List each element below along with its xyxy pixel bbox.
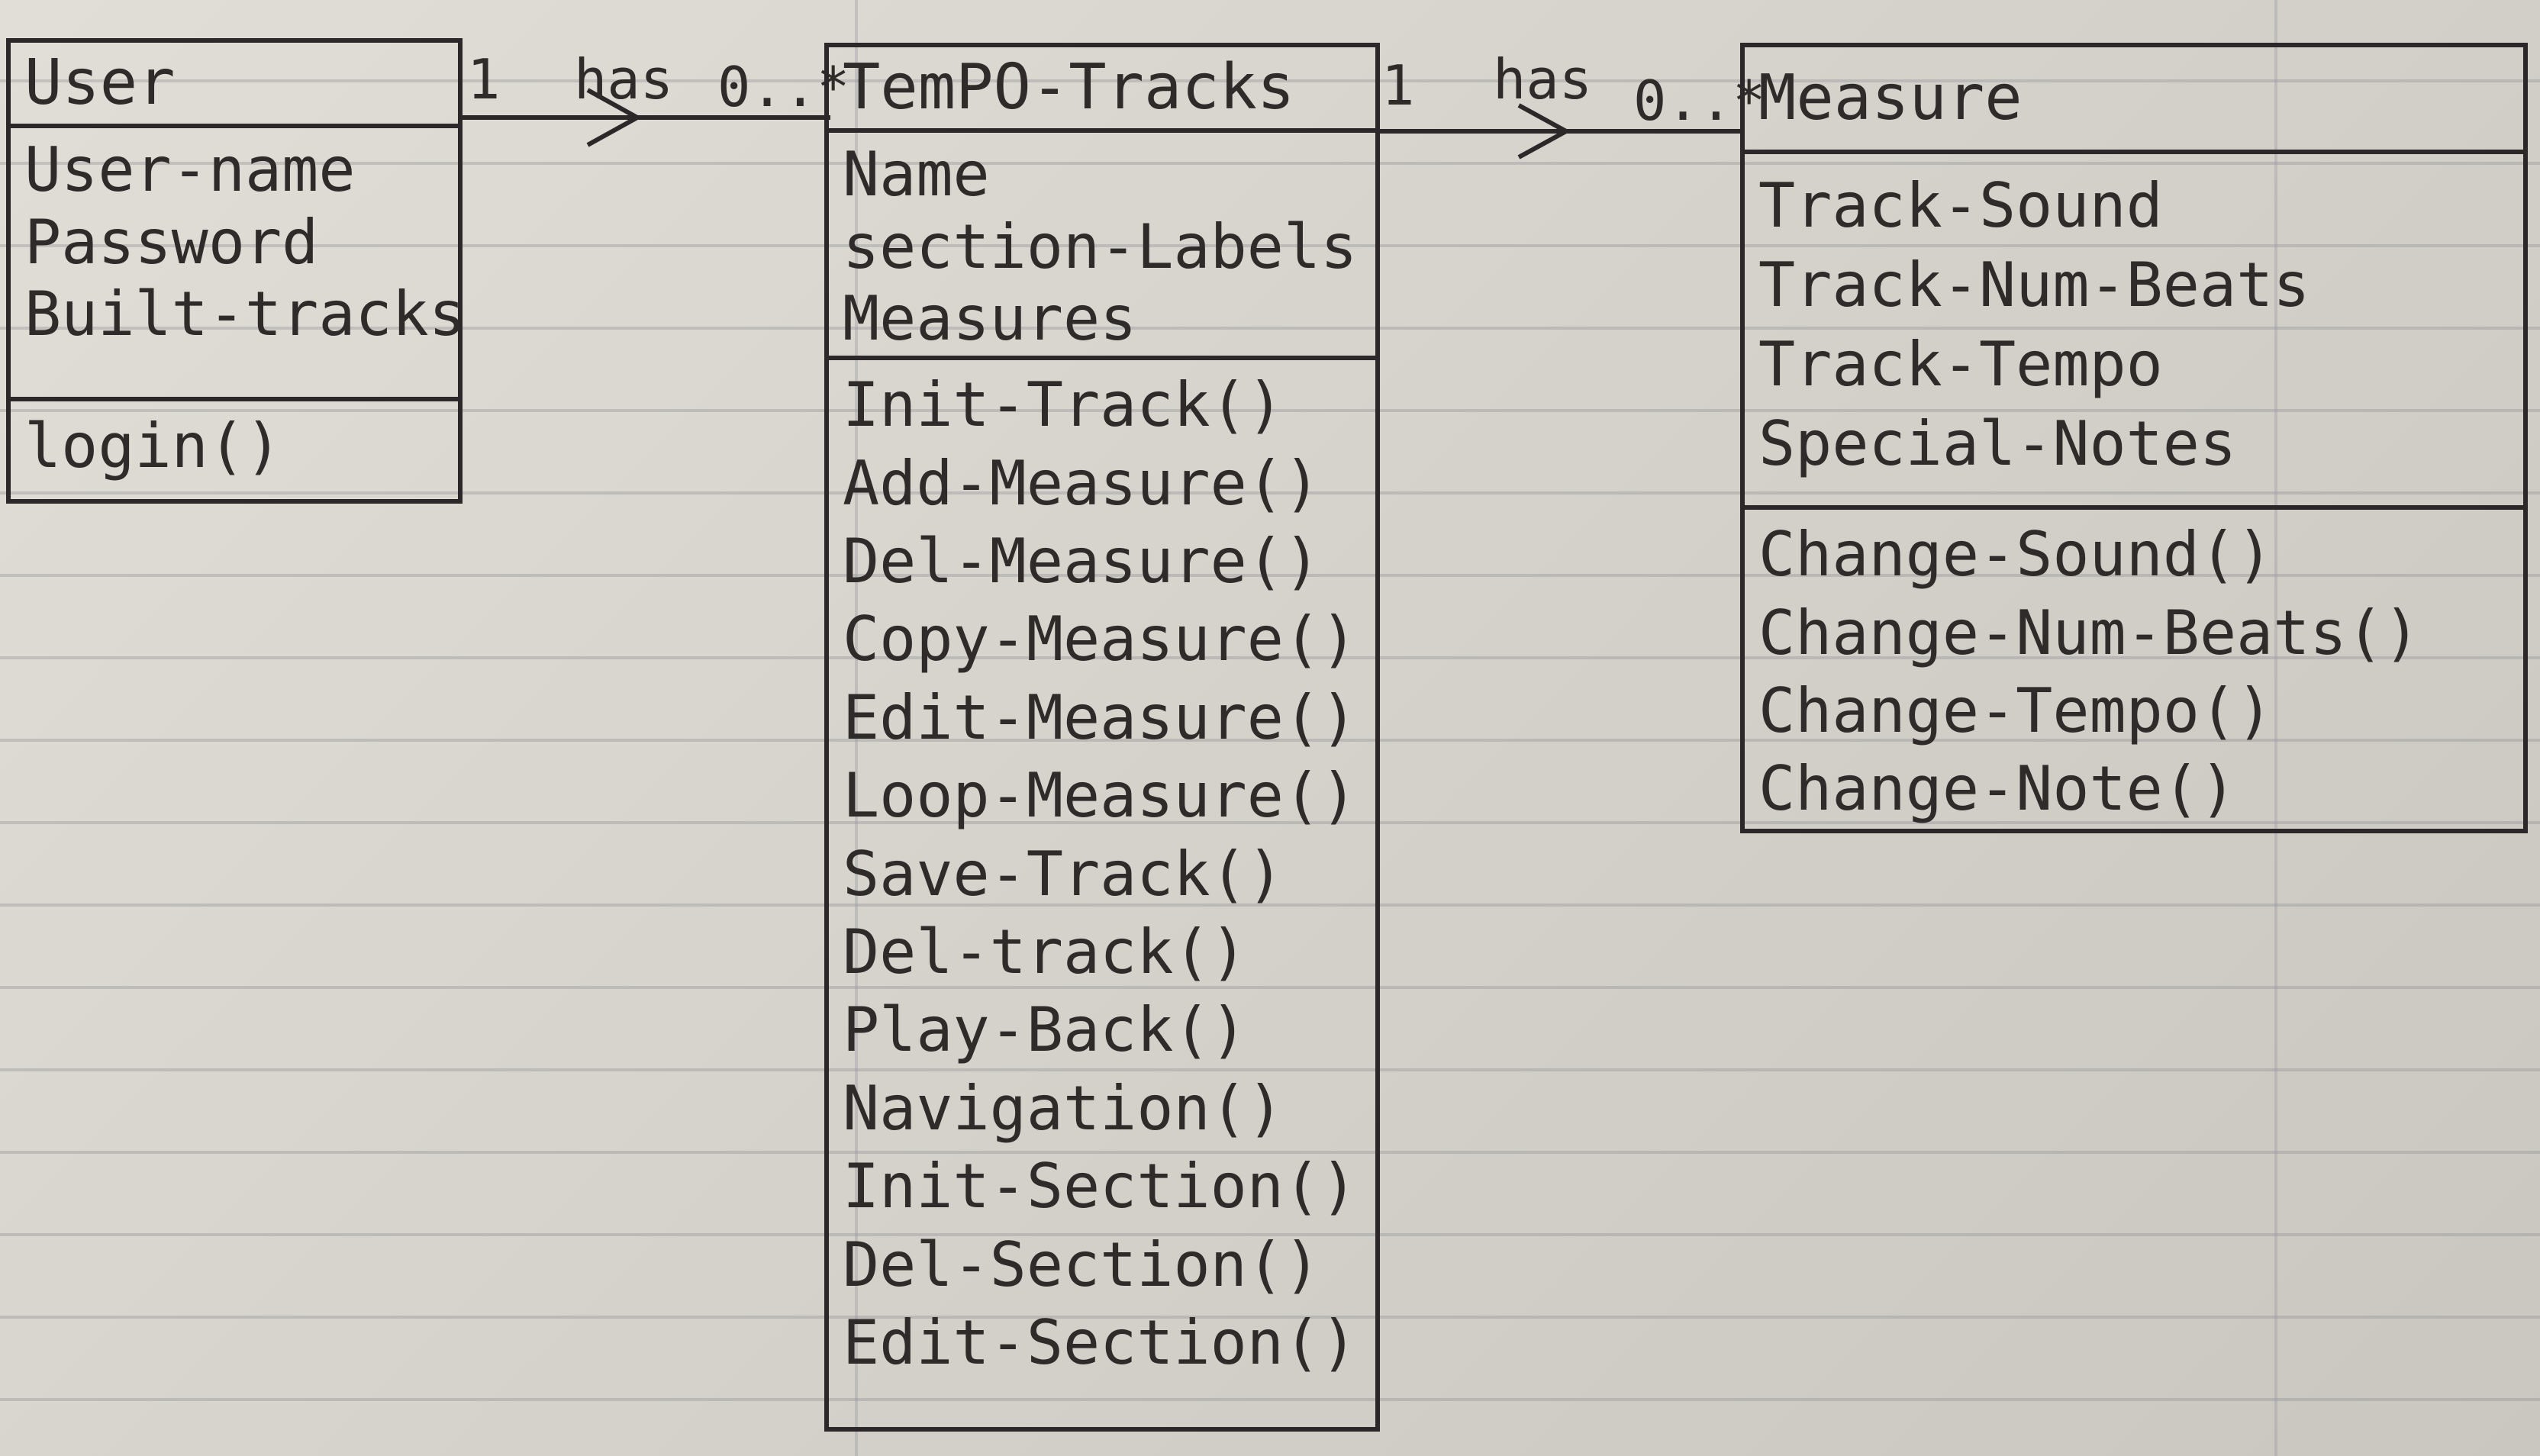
- attribute: section-Labels: [843, 211, 1358, 282]
- user-class-name: User: [11, 43, 458, 129]
- method: Change-Tempo(): [1758, 675, 2274, 747]
- tempo-tracks-class-box: TemPO-Tracks Name section-Labels Measure…: [824, 43, 1380, 1432]
- measure-attributes: Track-Sound Track-Num-Beats Track-Tempo …: [1745, 154, 2523, 505]
- method: Change-Note(): [1758, 753, 2237, 825]
- method: Save-Track(): [843, 838, 1284, 910]
- attribute: Track-Num-Beats: [1758, 250, 2310, 321]
- method: Init-Section(): [843, 1151, 1358, 1222]
- attribute: Measures: [843, 283, 1137, 355]
- association-label-user-tempo-tracks: has: [574, 47, 674, 111]
- tempo-tracks-class-name: TemPO-Tracks: [829, 47, 1375, 134]
- method: login(): [24, 411, 282, 482]
- method: Add-Measure(): [843, 447, 1321, 519]
- method: Edit-Section(): [843, 1306, 1358, 1378]
- attribute: Track-Sound: [1758, 170, 2163, 242]
- tempo-tracks-methods: Init-Track() Add-Measure() Del-Measure()…: [829, 356, 1375, 1388]
- method: Navigation(): [843, 1072, 1284, 1144]
- method: Del-Section(): [843, 1229, 1321, 1300]
- user-attributes: User-name Password Built-tracks: [11, 128, 466, 397]
- measure-methods: Change-Sound() Change-Num-Beats() Change…: [1745, 505, 2523, 835]
- attribute: Password: [24, 206, 319, 278]
- multiplicity-user-source: 1: [467, 47, 501, 111]
- method: Edit-Measure(): [843, 681, 1358, 753]
- user-class-box: User User-name Password Built-tracks log…: [6, 38, 466, 504]
- attribute: User-name: [24, 134, 356, 206]
- method: Play-Back(): [843, 994, 1247, 1066]
- attribute: Built-tracks: [24, 279, 466, 350]
- method: Del-Measure(): [843, 526, 1321, 598]
- method: Copy-Measure(): [843, 604, 1358, 675]
- method: Init-Track(): [843, 369, 1284, 441]
- tempo-tracks-attributes: Name section-Labels Measures: [829, 133, 1375, 356]
- method: Del-track(): [843, 916, 1247, 988]
- user-methods: login(): [11, 397, 458, 491]
- association-label-tempo-tracks-measure: has: [1493, 47, 1593, 111]
- method: Change-Num-Beats(): [1758, 597, 2420, 668]
- measure-class-name: Measure: [1745, 47, 2523, 155]
- method: Change-Sound(): [1758, 519, 2274, 591]
- method: Loop-Measure(): [843, 760, 1358, 832]
- attribute: Track-Tempo: [1758, 329, 2163, 401]
- attribute: Special-Notes: [1758, 408, 2237, 480]
- multiplicity-tempo-tracks-source: 1: [1381, 53, 1415, 118]
- measure-class-box: Measure Track-Sound Track-Num-Beats Trac…: [1740, 43, 2528, 833]
- attribute: Name: [843, 139, 990, 211]
